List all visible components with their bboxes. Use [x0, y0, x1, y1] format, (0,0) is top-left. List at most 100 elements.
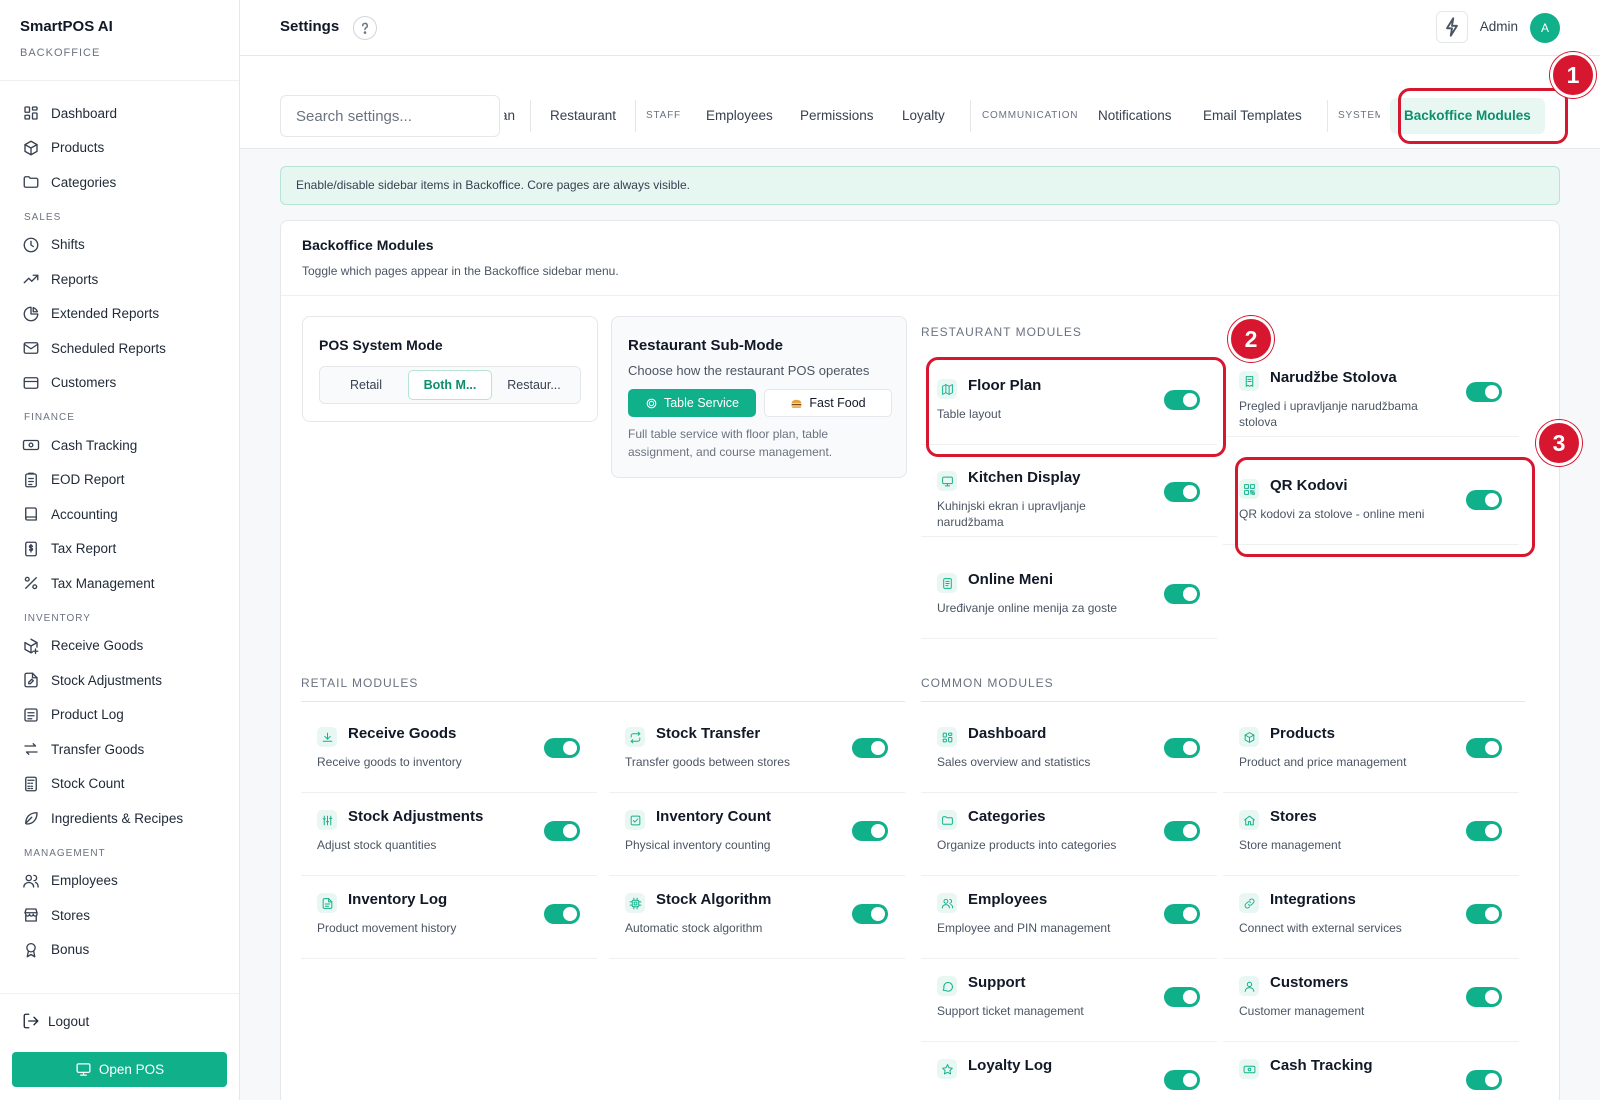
sidebar-item-reports[interactable]: Reports	[0, 262, 240, 297]
help-icon[interactable]	[353, 16, 377, 40]
fast-food-button[interactable]: Fast Food	[764, 389, 892, 417]
sidebar-item-products[interactable]: Products	[0, 131, 240, 166]
module-title: Stock Transfer	[656, 725, 761, 742]
tab-notifications[interactable]: Notifications	[1098, 95, 1172, 137]
credit-card-icon	[22, 374, 40, 392]
module-description: Transfer goods between stores	[625, 755, 790, 769]
module-toggle[interactable]	[852, 821, 888, 841]
module-toggle[interactable]	[1466, 738, 1502, 758]
message-icon	[937, 976, 957, 996]
sidebar-item-label: Products	[51, 140, 105, 156]
tab-partial[interactable]: an	[504, 95, 515, 137]
mail-icon	[22, 339, 40, 357]
sidebar-item-employees[interactable]: Employees	[0, 864, 240, 899]
sidebar-item-extended-reports[interactable]: Extended Reports	[0, 297, 240, 332]
module-toggle[interactable]	[1466, 490, 1502, 510]
module-toggle[interactable]	[544, 821, 580, 841]
user-icon	[1239, 976, 1259, 996]
table-service-button[interactable]: Table Service	[628, 389, 756, 417]
sidebar-item-accounting[interactable]: Accounting	[0, 497, 240, 532]
quick-action-button[interactable]	[1436, 11, 1468, 43]
module-toggle[interactable]	[852, 738, 888, 758]
sidebar-item-tax-report[interactable]: Tax Report	[0, 532, 240, 567]
tab-divider	[970, 100, 971, 132]
module-toggle[interactable]	[544, 738, 580, 758]
settings-tab-bar: an Restaurant STAFF Employees Permission…	[240, 56, 1600, 149]
module-description: Pregled i upravljanje narudžbama stolova	[1239, 399, 1418, 429]
module-description: Uređivanje online menija za goste	[937, 601, 1118, 615]
sidebar-item-stock-adjustments[interactable]: Stock Adjustments	[0, 663, 240, 698]
sidebar-item-label: Scheduled Reports	[51, 340, 166, 356]
module-narud-be-stolova: Narudžbe Stolova Pregled i upravljanje na…	[1223, 353, 1519, 437]
sidebar-item-stores[interactable]: Stores	[0, 898, 240, 933]
sidebar-item-label: Bonus	[51, 942, 90, 958]
bolt-icon	[1437, 12, 1467, 42]
tab-email-templates[interactable]: Email Templates	[1203, 95, 1302, 137]
module-title: Loyalty Log	[968, 1057, 1053, 1074]
sidebar-item-categories[interactable]: Categories	[0, 165, 240, 200]
module-description: Physical inventory counting	[625, 838, 771, 852]
sidebar-divider	[0, 80, 239, 81]
tab-permissions[interactable]: Permissions	[800, 95, 874, 137]
sidebar-nav: Dashboard Products Categories SALES Shifts Re…	[0, 96, 240, 967]
tab-divider	[635, 100, 636, 132]
sidebar-item-stock-count[interactable]: Stock Count	[0, 767, 240, 802]
sidebar-item-label: Shifts	[51, 237, 85, 253]
module-toggle[interactable]	[1164, 482, 1200, 502]
module-toggle[interactable]	[1466, 987, 1502, 1007]
sidebar-item-transfer-goods[interactable]: Transfer Goods	[0, 732, 240, 767]
sidebar-item-dashboard[interactable]: Dashboard	[0, 96, 240, 131]
tab-restaurant[interactable]: Restaurant	[550, 95, 616, 137]
module-title: Floor Plan	[968, 377, 1042, 394]
sidebar-item-receive-goods[interactable]: Receive Goods	[0, 629, 240, 664]
tab-strip[interactable]: an Restaurant STAFF Employees Permission…	[504, 95, 1600, 137]
folder-icon	[22, 173, 40, 191]
pos-mode-option-retail[interactable]: Retail	[324, 370, 408, 400]
sidebar-item-shifts[interactable]: Shifts	[0, 228, 240, 263]
sidebar-item-customers[interactable]: Customers	[0, 366, 240, 401]
avatar[interactable]: A	[1530, 13, 1560, 43]
module-description: Organize products into categories	[937, 838, 1117, 852]
module-toggle[interactable]	[1164, 738, 1200, 758]
module-toggle[interactable]	[1164, 904, 1200, 924]
sidebar-item-ingredients-and-recipes[interactable]: Ingredients & Recipes	[0, 801, 240, 836]
user-name[interactable]: Admin	[1480, 19, 1518, 34]
module-customers: Customers Customer management	[1223, 958, 1519, 1042]
plate-icon	[645, 397, 658, 410]
app-subtitle: BACKOFFICE	[20, 47, 101, 59]
module-title: Cash Tracking	[1270, 1057, 1373, 1074]
module-description: Table layout	[937, 407, 1002, 421]
module-toggle[interactable]	[1164, 390, 1200, 410]
logout-button[interactable]: Logout	[22, 1012, 89, 1030]
search-input[interactable]	[280, 95, 500, 137]
sidebar-item-scheduled-reports[interactable]: Scheduled Reports	[0, 331, 240, 366]
module-title: Employees	[968, 891, 1048, 908]
open-pos-button[interactable]: Open POS	[12, 1052, 227, 1087]
module-toggle[interactable]	[1466, 821, 1502, 841]
module-toggle[interactable]	[1164, 584, 1200, 604]
module-description: Receive goods to inventory	[317, 755, 462, 769]
cpu-icon	[625, 893, 645, 913]
module-toggle[interactable]	[852, 904, 888, 924]
module-toggle[interactable]	[1466, 904, 1502, 924]
sidebar-item-bonus[interactable]: Bonus	[0, 933, 240, 968]
tab-loyalty[interactable]: Loyalty	[902, 95, 945, 137]
module-toggle[interactable]	[1466, 382, 1502, 402]
award-icon	[22, 941, 40, 959]
sidebar-item-label: Reports	[51, 271, 99, 287]
module-toggle[interactable]	[1466, 1070, 1502, 1090]
module-toggle[interactable]	[1164, 1070, 1200, 1090]
tab-employees[interactable]: Employees	[706, 95, 773, 137]
section-label-common: COMMON MODULES	[921, 676, 1054, 690]
pos-mode-option-restaurant[interactable]: Restaur...	[492, 370, 576, 400]
sidebar-item-product-log[interactable]: Product Log	[0, 698, 240, 733]
sidebar-item-tax-management[interactable]: Tax Management	[0, 566, 240, 601]
sidebar-item-cash-tracking[interactable]: Cash Tracking	[0, 428, 240, 463]
pos-mode-option-both[interactable]: Both M...	[408, 370, 492, 400]
module-toggle[interactable]	[1164, 987, 1200, 1007]
tab-backoffice-modules[interactable]: Backoffice Modules	[1390, 98, 1545, 134]
module-toggle[interactable]	[1164, 821, 1200, 841]
module-toggle[interactable]	[544, 904, 580, 924]
module-receive-goods: Receive Goods Receive goods to inventory	[301, 709, 597, 793]
sidebar-item-eod-report[interactable]: EOD Report	[0, 463, 240, 498]
